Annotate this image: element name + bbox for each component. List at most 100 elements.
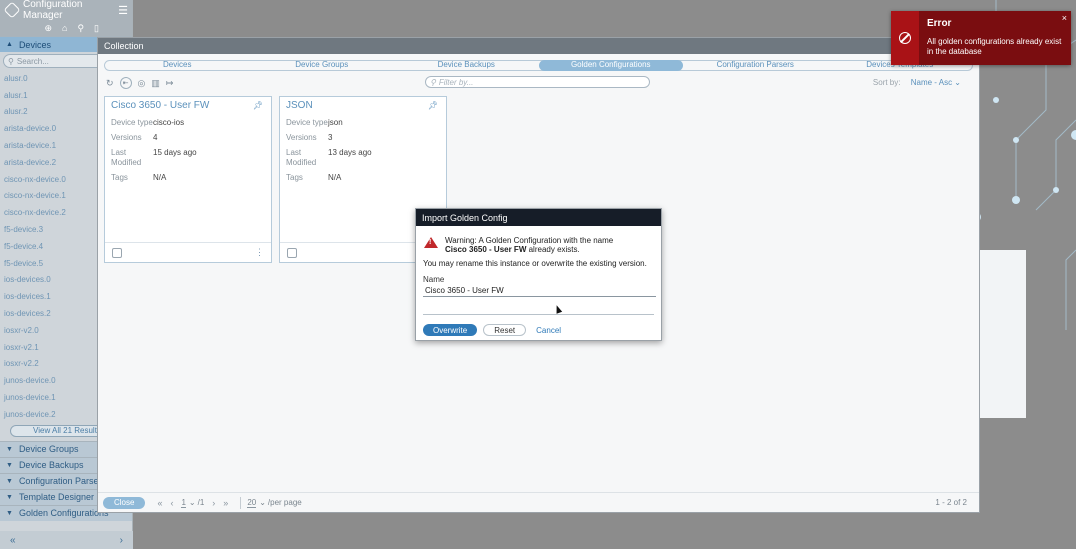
app-header: Configuration Manager ☰ xyxy=(0,0,132,21)
golden-config-card[interactable]: Cisco 3650 - User FW 📌︎ Device type cisco… xyxy=(104,96,272,263)
card-checkbox[interactable] xyxy=(287,247,297,258)
sidebar-section-label: Golden Configurations xyxy=(18,508,109,519)
field-label: Last Modified xyxy=(286,148,317,167)
chevron-down-icon: ⌄ xyxy=(954,78,961,87)
last-page-icon[interactable]: » xyxy=(223,498,228,508)
home-icon[interactable]: ⌂ xyxy=(62,23,67,33)
check-circle-icon[interactable]: ◎ xyxy=(138,78,146,89)
overwrite-button[interactable]: Overwrite xyxy=(423,324,478,336)
card-checkbox[interactable] xyxy=(112,247,122,258)
chevron-down-icon: ▼ xyxy=(6,461,13,469)
field-label: Device type xyxy=(286,118,328,127)
collection-tab[interactable]: Golden Configurations xyxy=(538,60,683,71)
app-logo-icon xyxy=(3,1,21,19)
collapse-sidebar-icon[interactable]: « xyxy=(10,535,16,546)
card-footer: ⋮ xyxy=(105,242,271,262)
chevron-down-icon: ⌄ xyxy=(188,498,196,507)
card-field: Last Modified 13 days ago xyxy=(286,148,446,168)
card-field: Versions 3 xyxy=(286,133,446,143)
field-label: Device type xyxy=(111,118,153,127)
error-ban-icon xyxy=(899,32,911,44)
chevron-down-icon: ▼ xyxy=(6,477,13,485)
card-field: Last Modified 15 days ago xyxy=(111,148,271,168)
filter-placeholder: Filter by... xyxy=(438,77,474,87)
search-icon: ⚲ xyxy=(430,77,436,87)
card-title-row: JSON 📌︎ xyxy=(280,97,446,113)
sidebar-toolbar: ⊕ ⌂ ⚲ ▯ xyxy=(0,20,132,36)
hamburger-menu-icon[interactable]: ☰ xyxy=(118,4,128,17)
document-icon[interactable]: ▯ xyxy=(94,23,99,34)
field-value: N/A xyxy=(153,173,167,182)
warning-text: Warning: A Golden Configuration with the… xyxy=(445,236,613,254)
toast-message: All golden configurations already exist … xyxy=(927,37,1062,56)
collection-tabs: Devices Device Groups Device Backups Golden… xyxy=(104,60,973,71)
expand-icon[interactable]: › xyxy=(120,535,123,546)
chevron-down-icon: ▼ xyxy=(6,493,13,501)
collection-tab[interactable]: Devices xyxy=(105,60,250,71)
card-title[interactable]: Cisco 3650 - User FW xyxy=(111,100,209,111)
dialog-title: Import Golden Config xyxy=(416,209,661,226)
app-title: Configuration Manager xyxy=(23,0,83,21)
close-icon[interactable]: × xyxy=(1062,13,1067,23)
search-icon: ⚲ xyxy=(8,56,14,66)
per-page-select[interactable]: 20 xyxy=(247,498,257,508)
dialog-info-text: You may rename this instance or overwrit… xyxy=(423,259,647,268)
chevron-down-icon: ▼ xyxy=(6,509,13,517)
chevron-down-icon: ▼ xyxy=(6,445,13,453)
field-value: 3 xyxy=(328,133,333,142)
field-label: Versions xyxy=(286,133,317,142)
more-options-icon[interactable]: ⋮ xyxy=(255,247,264,258)
field-value: cisco-ios xyxy=(153,118,185,127)
pin-icon[interactable]: 📌︎ xyxy=(428,101,438,110)
sidebar-section-label: Template Designer xyxy=(18,492,94,503)
first-page-icon[interactable]: « xyxy=(157,498,162,508)
delete-icon[interactable]: ▥ xyxy=(151,78,160,89)
warning-suffix: already exists. xyxy=(528,245,580,254)
field-label: Last Modified xyxy=(111,148,142,167)
sort-label: Sort by: xyxy=(872,78,901,87)
sort-control[interactable]: Sort by: Name - Asc ⌄ xyxy=(873,78,961,87)
sort-value[interactable]: Name - Asc xyxy=(911,78,952,87)
filter-input[interactable]: ⚲ Filter by... xyxy=(425,76,650,88)
field-value: N/A xyxy=(328,173,342,182)
pin-icon[interactable]: 📌︎ xyxy=(253,101,263,110)
per-page-label: /per page xyxy=(267,498,302,507)
collection-tab[interactable]: Device Backups xyxy=(394,60,539,71)
sidebar-search-placeholder: Search... xyxy=(16,56,49,66)
chevron-up-icon: ▲ xyxy=(6,41,13,48)
collection-title: Collection xyxy=(98,38,979,54)
export-icon[interactable]: ↦ xyxy=(166,78,174,89)
page-total: /1 xyxy=(197,498,205,507)
pagination-bar: Close « ‹ 1 ⌄ /1 › » 20 ⌄ /per page 1 - … xyxy=(98,492,979,512)
card-field: Device type json xyxy=(286,118,446,128)
field-value: 15 days ago xyxy=(153,148,197,157)
dialog-actions: Overwrite Reset Cancel xyxy=(423,324,561,336)
card-field: Versions 4 xyxy=(111,133,271,143)
field-label: Tags xyxy=(286,173,303,182)
close-button[interactable]: Close xyxy=(103,496,146,509)
toast-body: Error All golden configurations already … xyxy=(919,11,1071,65)
warning-prefix: Warning: A Golden Configuration with the… xyxy=(445,236,614,245)
error-toast: Error All golden configurations already … xyxy=(891,11,1071,65)
reset-button[interactable]: Reset xyxy=(483,324,527,336)
sidebar-section-label: Device Backups xyxy=(18,460,84,471)
collection-tab[interactable]: Configuration Parsers xyxy=(683,60,828,71)
warning-icon: ! xyxy=(424,237,438,248)
refresh-icon[interactable]: ↻ xyxy=(106,78,114,89)
field-value: json xyxy=(328,118,343,127)
next-page-icon[interactable]: › xyxy=(212,498,215,508)
card-title[interactable]: JSON xyxy=(286,100,313,111)
field-label: Tags xyxy=(111,173,128,182)
add-icon[interactable]: ⊕ xyxy=(44,23,52,34)
field-value: 4 xyxy=(153,133,158,142)
card-field: Tags N/A xyxy=(286,173,446,183)
search-icon[interactable]: ⚲ xyxy=(77,23,84,34)
cancel-button[interactable]: Cancel xyxy=(536,326,561,335)
page-select[interactable]: 1 xyxy=(181,498,186,508)
divider xyxy=(423,314,654,315)
results-count: 1 - 2 of 2 xyxy=(935,498,967,507)
collection-tab[interactable]: Device Groups xyxy=(250,60,395,71)
previous-page-icon[interactable]: ‹ xyxy=(170,498,173,508)
name-field[interactable] xyxy=(423,285,656,297)
import-icon[interactable]: ⇤ xyxy=(119,77,132,89)
